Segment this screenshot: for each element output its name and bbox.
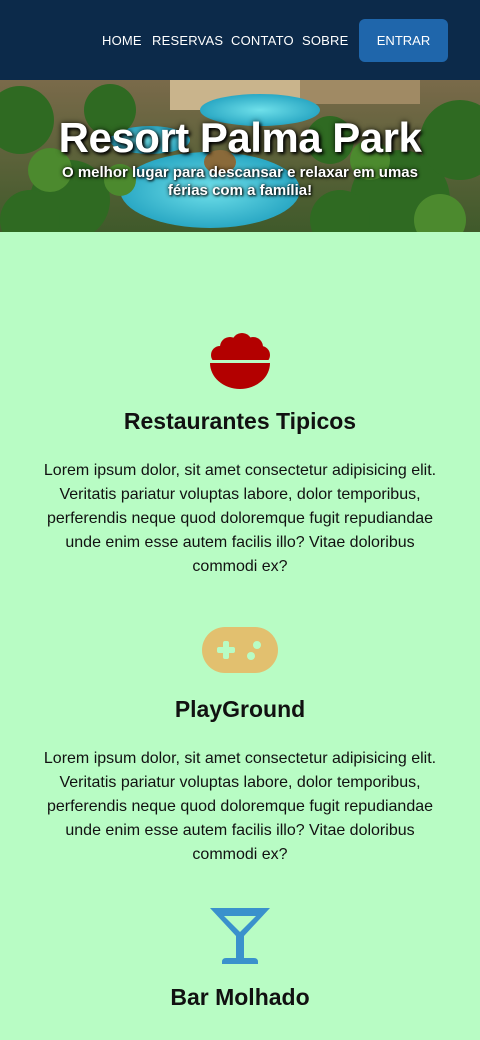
nav-link-reservas[interactable]: RESERVAS xyxy=(152,33,223,48)
feature-restaurants: Restaurantes Tipicos Lorem ipsum dolor, … xyxy=(0,232,480,602)
nav-link-home[interactable]: HOME xyxy=(102,33,142,48)
feature-bar: Bar Molhado xyxy=(0,890,480,1040)
cocktail-icon xyxy=(210,908,270,964)
login-button[interactable]: ENTRAR xyxy=(359,19,448,62)
feature-text: Lorem ipsum dolor, sit amet consectetur … xyxy=(43,750,437,863)
feature-playground: PlayGround Lorem ipsum dolor, sit amet c… xyxy=(0,602,480,902)
nav-link-contato[interactable]: CONTATO xyxy=(231,33,294,48)
feature-title: Restaurantes Tipicos xyxy=(123,408,357,434)
hero-subtitle: O melhor lugar para descansar e relaxar … xyxy=(61,164,418,199)
gamepad-icon xyxy=(202,627,278,673)
feature-title: PlayGround xyxy=(174,696,306,722)
food-bowl-icon xyxy=(210,333,270,389)
hero-banner: Resort Palma Park O melhor lugar para de… xyxy=(0,80,480,232)
navbar: HOME RESERVAS CONTATO SOBRE ENTRAR xyxy=(0,0,480,80)
feature-title: Bar Molhado xyxy=(170,984,310,1010)
hero-title: Resort Palma Park xyxy=(58,114,422,161)
nav-link-sobre[interactable]: SOBRE xyxy=(302,33,349,48)
feature-text: Lorem ipsum dolor, sit amet consectetur … xyxy=(43,462,437,575)
